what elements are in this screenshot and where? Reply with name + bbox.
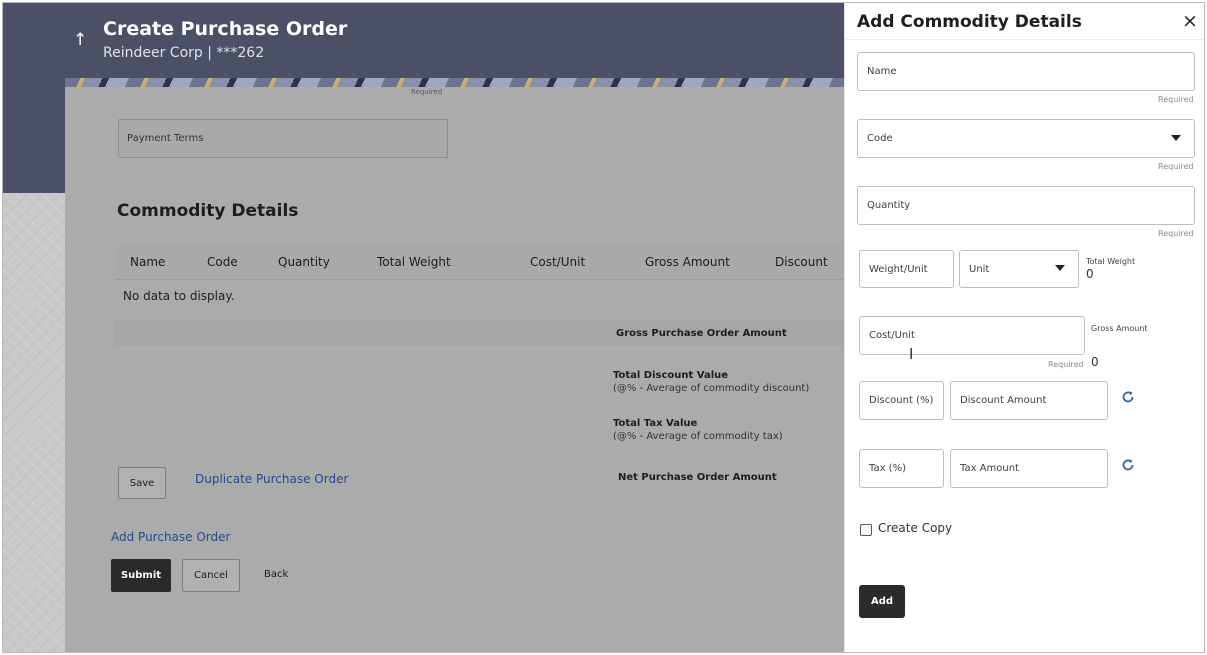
column-header-name: Name [130,255,166,269]
add-po-link[interactable]: Add Purchase Order [111,530,230,544]
payment-terms-field[interactable]: Payment Terms [118,119,448,158]
create-copy-label[interactable]: Create Copy [878,521,952,535]
column-header-code: Code [207,255,238,269]
cost-unit-input[interactable]: Cost/Unit [859,316,1085,355]
quantity-input[interactable]: Quantity [857,186,1195,225]
total-weight-label: Total Weight [1086,257,1136,266]
gross-amount-value: 0 [1091,355,1099,369]
name-required: Required [1158,95,1194,104]
main-content: Required Payment Terms Commodity Details… [65,87,844,652]
empty-table-message: No data to display. [123,289,235,303]
text-cursor-icon: I [909,345,914,363]
save-button[interactable]: Save [118,467,166,499]
gross-amount-label: Gross Amount [1091,324,1148,333]
tax-percent-input[interactable]: Tax (%) [859,449,944,488]
discount-amount-input[interactable]: Discount Amount [950,381,1108,420]
back-button[interactable]: Back [264,569,288,580]
add-commodity-drawer: Add Commodity Details × Name Required Co… [844,3,1204,652]
commodity-details-heading: Commodity Details [117,201,299,221]
app-frame: ↑ Create Purchase Order Reindeer Corp | … [2,2,1205,653]
cancel-button[interactable]: Cancel [182,559,240,592]
required-hint: Required [411,88,443,96]
column-header-cost-unit: Cost/Unit [530,255,586,269]
total-discount-sub: (@% - Average of commodity discount) [613,383,810,394]
tax-amount-input[interactable]: Tax Amount [950,449,1108,488]
total-weight-value: 0 [1086,267,1094,281]
discount-percent-input[interactable]: Discount (%) [859,381,944,420]
header-extension [3,85,65,193]
drawer-divider [845,39,1204,40]
column-header-quantity: Quantity [278,255,330,269]
chevron-down-icon [1055,265,1065,271]
weight-unit-input[interactable]: Weight/Unit [859,250,954,288]
quantity-required: Required [1158,229,1194,238]
close-icon[interactable]: × [1182,10,1198,32]
drawer-title: Add Commodity Details [857,12,1082,32]
page-subtitle: Reindeer Corp | ***262 [103,45,265,61]
net-po-amount-label: Net Purchase Order Amount [618,472,777,483]
gross-po-amount-label: Gross Purchase Order Amount [616,328,787,339]
code-required: Required [1158,162,1194,171]
create-copy-checkbox[interactable] [860,524,872,536]
column-header-total-weight: Total Weight [377,255,451,269]
total-tax-sub: (@% - Average of commodity tax) [613,431,783,442]
refresh-icon[interactable] [1121,390,1135,404]
duplicate-po-link[interactable]: Duplicate Purchase Order [195,472,348,486]
column-header-gross-amount: Gross Amount [645,255,730,269]
chevron-down-icon [1171,135,1181,141]
commodity-table-header: Name Code Quantity Total Weight Cost/Uni… [115,244,844,280]
page-title: Create Purchase Order [103,18,348,40]
submit-button[interactable]: Submit [111,559,171,592]
total-tax-label: Total Tax Value [613,418,698,429]
page-header [3,3,844,85]
column-header-discount: Discount [775,255,828,269]
refresh-icon[interactable] [1121,458,1135,472]
cost-unit-required: Required [1048,360,1084,369]
up-arrow-icon[interactable]: ↑ [73,30,87,50]
code-select[interactable]: Code [857,119,1195,158]
add-button[interactable]: Add [859,585,905,618]
name-input[interactable]: Name [857,52,1195,91]
total-discount-label: Total Discount Value [613,370,729,381]
